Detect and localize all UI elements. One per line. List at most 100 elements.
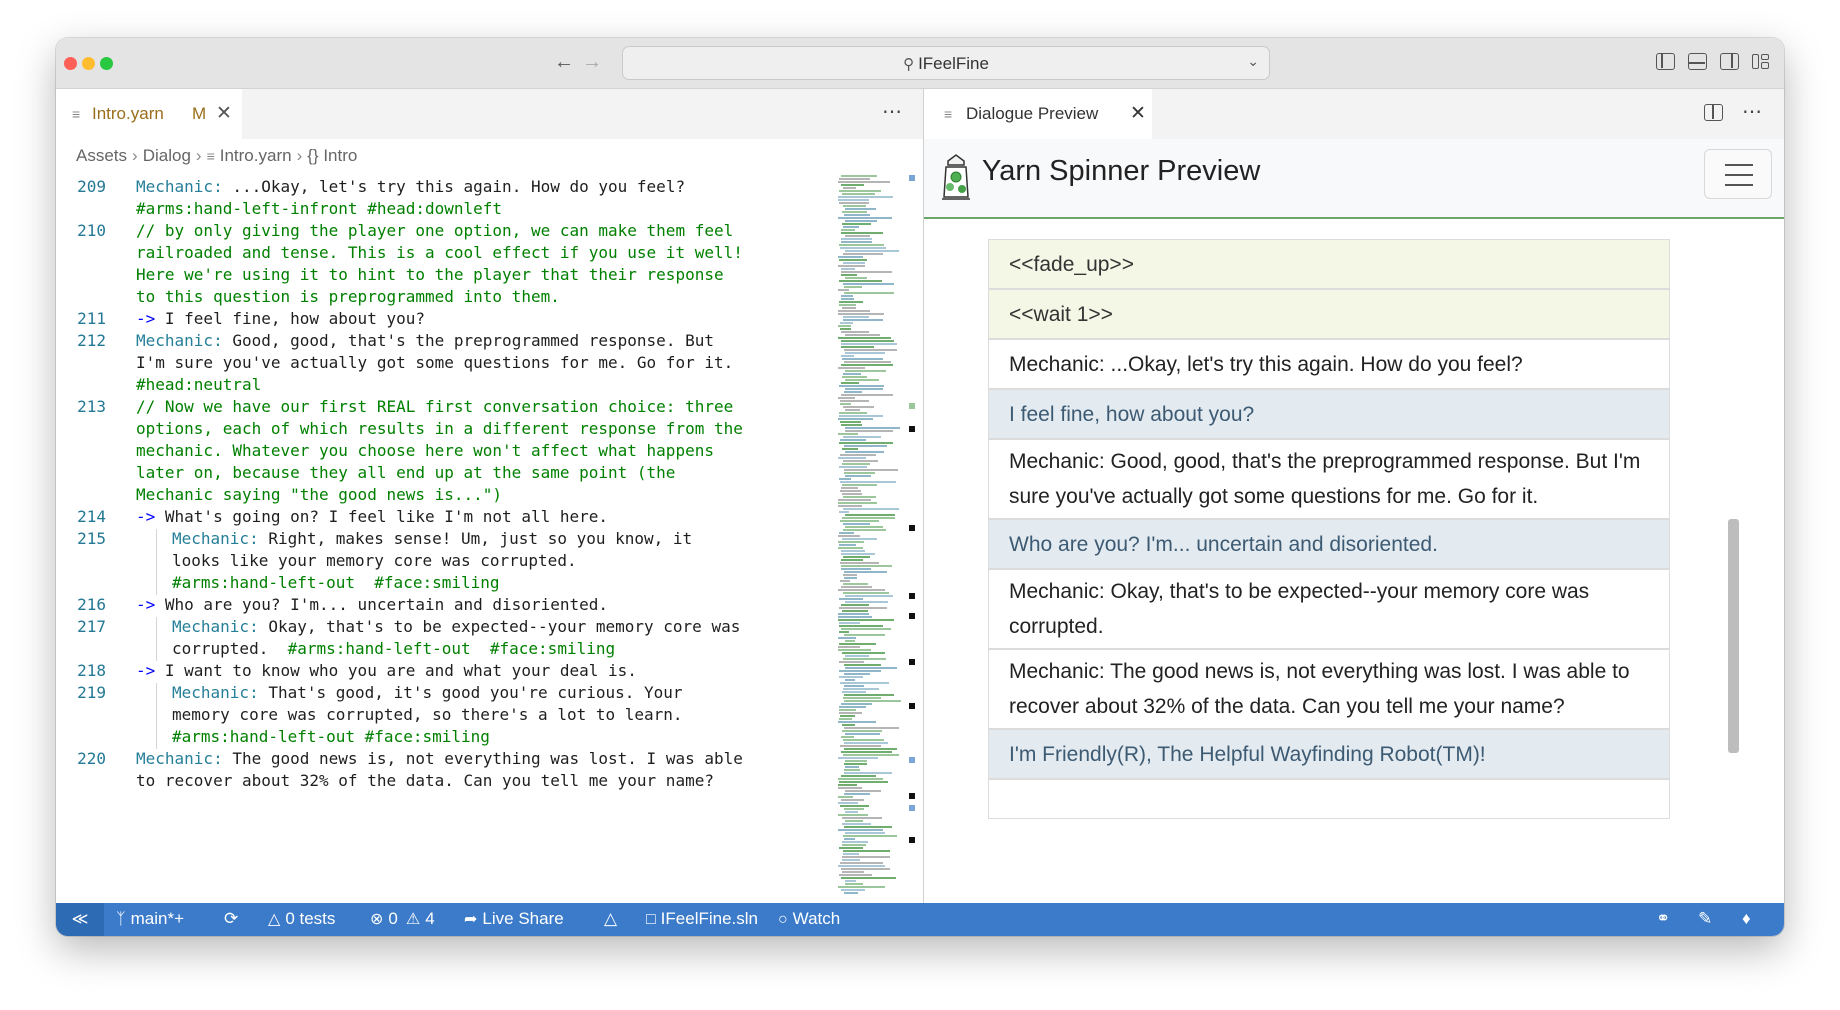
minimap-line xyxy=(844,469,898,471)
code-line[interactable]: #arms:hand-left-out #face:smiling xyxy=(172,573,500,592)
watch-status[interactable]: ○ Watch xyxy=(778,909,840,929)
code-line[interactable]: -> What's going on? I feel like I'm not … xyxy=(136,507,608,526)
live-share-status[interactable]: ➦ Live Share xyxy=(464,909,564,929)
sync-icon[interactable]: ⟳ xyxy=(224,909,238,929)
minimap-line xyxy=(843,835,897,837)
code-line[interactable]: looks like your memory core was corrupte… xyxy=(172,551,577,570)
code-token: -> xyxy=(136,661,156,680)
toggle-panel-icon[interactable] xyxy=(1688,53,1707,70)
minimap-line xyxy=(843,556,870,558)
code-line[interactable]: #arms:hand-left-infront #head:downleft xyxy=(136,199,502,218)
code-line[interactable]: memory core was corrupted, so there's a … xyxy=(172,705,683,724)
dialogue-option[interactable]: I feel fine, how about you? xyxy=(988,389,1670,439)
more-actions-icon[interactable]: ⋯ xyxy=(882,99,903,124)
close-window-button[interactable] xyxy=(64,57,77,70)
solution-status[interactable]: □ IFeelFine.sln xyxy=(646,909,758,929)
close-icon[interactable]: ✕ xyxy=(1130,102,1146,125)
customize-layout-icon[interactable] xyxy=(1752,53,1771,70)
more-actions-icon[interactable]: ⋯ xyxy=(1742,99,1763,124)
minimap[interactable] xyxy=(836,173,901,903)
code-editor[interactable]: 209 Mechanic: ...Okay, let's try this aga… xyxy=(56,173,836,895)
toggle-secondary-sidebar-icon[interactable] xyxy=(1720,53,1739,70)
ruler-mark xyxy=(909,426,915,432)
code-line[interactable]: Mechanic: Okay, that's to be expected--y… xyxy=(172,617,740,636)
code-token: Mechanic: xyxy=(136,749,223,768)
code-line[interactable]: Mechanic: Right, makes sense! Um, just s… xyxy=(172,529,692,548)
close-icon[interactable]: ✕ xyxy=(216,102,232,125)
code-token: I want to know who you are and what your… xyxy=(155,661,637,680)
minimap-line xyxy=(843,523,870,525)
minimap-line xyxy=(843,592,889,594)
minimap-line xyxy=(838,289,849,291)
forward-arrow-icon[interactable]: → xyxy=(582,51,602,74)
code-line[interactable]: Mechanic: The good news is, not everythi… xyxy=(136,749,743,768)
split-editor-icon[interactable] xyxy=(1704,104,1723,121)
minimap-line xyxy=(839,442,893,444)
chevron-down-icon[interactable]: ⌄ xyxy=(1247,53,1259,70)
minimap-line xyxy=(841,232,883,234)
remote-icon[interactable]: ≪ xyxy=(56,903,104,936)
code-line[interactable]: mechanic. Whatever you choose here won't… xyxy=(136,441,714,460)
minimap-line xyxy=(842,448,858,450)
code-line[interactable]: Here we're using it to hint to the playe… xyxy=(136,265,724,284)
minimap-line xyxy=(844,292,894,294)
code-line[interactable]: // Now we have our first REAL first conv… xyxy=(136,397,733,416)
minimap-line xyxy=(841,736,854,738)
code-line[interactable]: -> I want to know who you are and what y… xyxy=(136,661,637,680)
minimap-line xyxy=(845,250,899,252)
minimize-window-button[interactable] xyxy=(82,57,95,70)
tab-intro-yarn[interactable]: ≡ Intro.yarn M ✕ xyxy=(56,89,242,139)
toggle-primary-sidebar-icon[interactable] xyxy=(1656,53,1675,70)
dialogue-option[interactable]: Who are you? I'm... uncertain and disori… xyxy=(988,519,1670,569)
code-line[interactable]: Mechanic: That's good, it's good you're … xyxy=(172,683,683,702)
maximize-window-button[interactable] xyxy=(100,57,113,70)
minimap-line xyxy=(841,238,872,240)
code-line[interactable]: // by only giving the player one option,… xyxy=(136,221,733,240)
code-line[interactable]: to recover about 32% of the data. Can yo… xyxy=(136,771,714,790)
code-line[interactable]: Mechanic: Good, good, that's the preprog… xyxy=(136,331,714,350)
minimap-line xyxy=(838,613,869,615)
minimap-line xyxy=(840,715,855,717)
code-line[interactable]: -> Who are you? I'm... uncertain and dis… xyxy=(136,595,608,614)
problems-status[interactable]: ⊗ 0 ⚠ 4 xyxy=(370,909,435,929)
back-arrow-icon[interactable]: ← xyxy=(554,51,574,74)
minimap-line xyxy=(845,451,884,453)
breadcrumb-assets[interactable]: Assets xyxy=(76,146,127,165)
line-number: 213 xyxy=(77,397,106,416)
command-center-search[interactable]: ⚲ IFeelFine ⌄ xyxy=(622,46,1270,80)
minimap-line xyxy=(843,316,869,318)
code-line[interactable]: Mechanic: ...Okay, let's try this again.… xyxy=(136,177,685,196)
preview-scrollbar[interactable] xyxy=(1728,519,1739,753)
code-line[interactable]: I'm sure you've actually got some questi… xyxy=(136,353,733,372)
tests-status[interactable]: △ 0 tests xyxy=(268,909,335,929)
line-number: 214 xyxy=(77,507,106,526)
minimap-line xyxy=(844,769,860,771)
dialogue-list[interactable]: <<fade_up>> <<wait 1>> Mechanic: ...Okay, … xyxy=(988,239,1670,902)
code-line[interactable]: corrupted. #arms:hand-left-out #face:smi… xyxy=(172,639,615,658)
code-line[interactable]: to this question is preprogrammed into t… xyxy=(136,287,560,306)
breadcrumb-node[interactable]: {} Intro xyxy=(307,146,357,165)
flask-icon: △ xyxy=(268,911,281,928)
minimap-line xyxy=(840,862,883,864)
code-line[interactable]: railroaded and tense. This is a cool eff… xyxy=(136,243,743,262)
minimap-line xyxy=(839,709,856,711)
git-graph-icon[interactable]: ⚭ xyxy=(1656,909,1670,929)
feedback-icon[interactable]: ✎ xyxy=(1698,909,1712,929)
branch-status[interactable]: ᛉ main*+ xyxy=(116,909,184,929)
hamburger-menu-icon[interactable] xyxy=(1704,149,1772,199)
code-line[interactable]: Mechanic saying "the good news is...") xyxy=(136,485,502,504)
breadcrumb-dialog[interactable]: Dialog xyxy=(143,146,191,165)
dialogue-option[interactable]: I'm Friendly(R), The Helpful Wayfinding … xyxy=(988,729,1670,779)
overview-ruler[interactable] xyxy=(903,173,921,903)
code-line[interactable]: later on, because they all end up at the… xyxy=(136,463,675,482)
code-line[interactable]: #arms:hand-left-out #face:smiling xyxy=(172,727,490,746)
flame-icon[interactable]: △ xyxy=(604,909,617,929)
breadcrumb-file[interactable]: Intro.yarn xyxy=(220,146,292,165)
minimap-line xyxy=(841,889,865,891)
code-token: memory core was corrupted, so there's a … xyxy=(172,705,683,724)
notifications-bell-icon[interactable]: ♦ xyxy=(1742,909,1751,929)
code-line[interactable]: options, each of which results in a diff… xyxy=(136,419,743,438)
code-line[interactable]: #head:neutral xyxy=(136,375,261,394)
code-line[interactable]: -> I feel fine, how about you? xyxy=(136,309,425,328)
tab-dialogue-preview[interactable]: ≡ Dialogue Preview ✕ xyxy=(924,89,1152,139)
